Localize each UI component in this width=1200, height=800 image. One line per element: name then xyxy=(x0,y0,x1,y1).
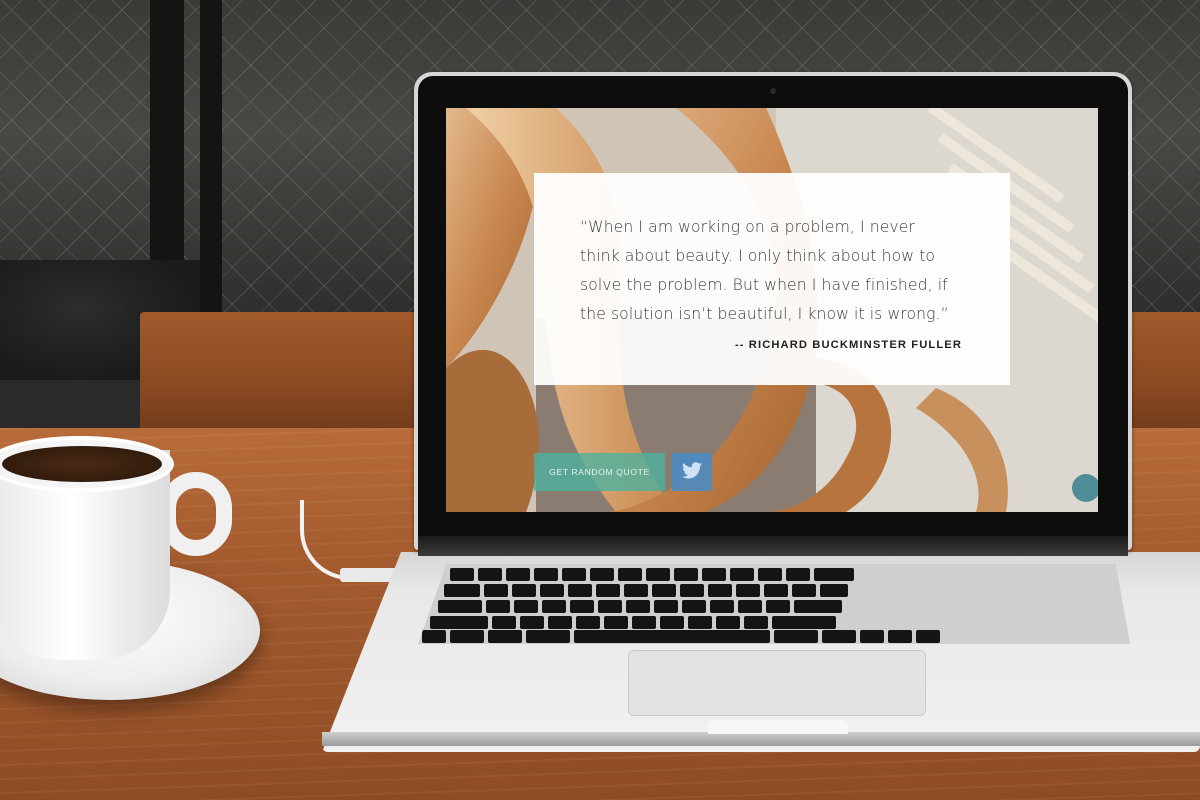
trackpad xyxy=(628,650,926,716)
quote-card: “When I am working on a problem, I never… xyxy=(534,173,1010,385)
keyboard-key xyxy=(450,568,474,581)
keyboard-key xyxy=(682,600,706,613)
quote-line: the solution isn’t beautiful, I know it … xyxy=(580,305,949,323)
quote-text: “When I am working on a problem, I never… xyxy=(580,213,964,329)
keyboard-key xyxy=(774,630,818,643)
window-frame xyxy=(200,0,222,330)
keyboard-key xyxy=(618,568,642,581)
keyboard-key xyxy=(444,584,480,597)
keyboard-key xyxy=(794,600,842,613)
twitter-bird-icon xyxy=(682,462,702,482)
keyboard-key xyxy=(764,584,788,597)
keyboard-key xyxy=(710,600,734,613)
coffee xyxy=(2,446,162,482)
key-row-3 xyxy=(438,600,842,613)
keyboard-key xyxy=(632,616,656,629)
keyboard-key xyxy=(820,584,848,597)
keyboard-key xyxy=(822,630,856,643)
quote-line: solve the problem. But when I have finis… xyxy=(580,276,948,294)
keyboard-key xyxy=(514,600,538,613)
keyboard-key xyxy=(534,568,558,581)
keyboard-key xyxy=(652,584,676,597)
keyboard-key xyxy=(574,630,770,643)
keyboard-key xyxy=(860,630,884,643)
keyboard-key xyxy=(542,600,566,613)
key-row-1 xyxy=(450,568,854,581)
keyboard-key xyxy=(422,630,446,643)
key-row-4 xyxy=(430,616,836,629)
laptop-hinge xyxy=(418,536,1128,556)
keyboard-key xyxy=(888,630,912,643)
keyboard-key xyxy=(702,568,726,581)
keyboard-key xyxy=(716,616,740,629)
keyboard-key xyxy=(772,616,836,629)
keyboard-key xyxy=(568,584,592,597)
keyboard-key xyxy=(590,568,614,581)
keyboard-key xyxy=(708,584,732,597)
keyboard-key xyxy=(570,600,594,613)
keyboard-key xyxy=(758,568,782,581)
keyboard-key xyxy=(562,568,586,581)
keyboard-key xyxy=(486,600,510,613)
keyboard-key xyxy=(484,584,508,597)
keyboard-key xyxy=(430,616,488,629)
keyboard-key xyxy=(730,568,754,581)
keyboard-key xyxy=(680,584,704,597)
tweet-button[interactable] xyxy=(672,453,712,491)
laptop-base-edge xyxy=(322,732,1200,746)
keyboard-key xyxy=(548,616,572,629)
cable-plug xyxy=(340,568,398,582)
keyboard-key xyxy=(646,568,670,581)
keyboard-key xyxy=(814,568,854,581)
keyboard xyxy=(418,564,1130,644)
keyboard-key xyxy=(766,600,790,613)
keyboard-key xyxy=(450,630,484,643)
keyboard-key xyxy=(512,584,536,597)
laptop-notch xyxy=(708,720,848,734)
keyboard-key xyxy=(654,600,678,613)
keyboard-key xyxy=(596,584,620,597)
key-row-5 xyxy=(422,630,940,643)
key-row-2 xyxy=(444,584,848,597)
keyboard-key xyxy=(688,616,712,629)
keyboard-key xyxy=(438,600,482,613)
keyboard-key xyxy=(626,600,650,613)
keyboard-key xyxy=(540,584,564,597)
webcam xyxy=(770,88,776,94)
cup-handle xyxy=(160,472,232,556)
keyboard-key xyxy=(736,584,760,597)
quote-author: -- RICHARD BUCKMINSTER FULLER xyxy=(734,339,962,351)
quote-line: think about beauty. I only think about h… xyxy=(580,247,936,265)
keyboard-key xyxy=(598,600,622,613)
keyboard-key xyxy=(526,630,570,643)
laptop-screen: “When I am working on a problem, I never… xyxy=(446,108,1098,512)
keyboard-key xyxy=(478,568,502,581)
keyboard-key xyxy=(674,568,698,581)
get-random-quote-button[interactable]: GET RANDOM QUOTE xyxy=(534,453,665,491)
keyboard-key xyxy=(792,584,816,597)
keyboard-key xyxy=(576,616,600,629)
keyboard-key xyxy=(786,568,810,581)
keyboard-key xyxy=(738,600,762,613)
keyboard-key xyxy=(624,584,648,597)
keyboard-key xyxy=(660,616,684,629)
keyboard-key xyxy=(604,616,628,629)
keyboard-key xyxy=(916,630,940,643)
quote-line: “When I am working on a problem, I never xyxy=(580,218,915,236)
keyboard-key xyxy=(520,616,544,629)
keyboard-key xyxy=(744,616,768,629)
keyboard-key xyxy=(492,616,516,629)
keyboard-key xyxy=(488,630,522,643)
keyboard-key xyxy=(506,568,530,581)
